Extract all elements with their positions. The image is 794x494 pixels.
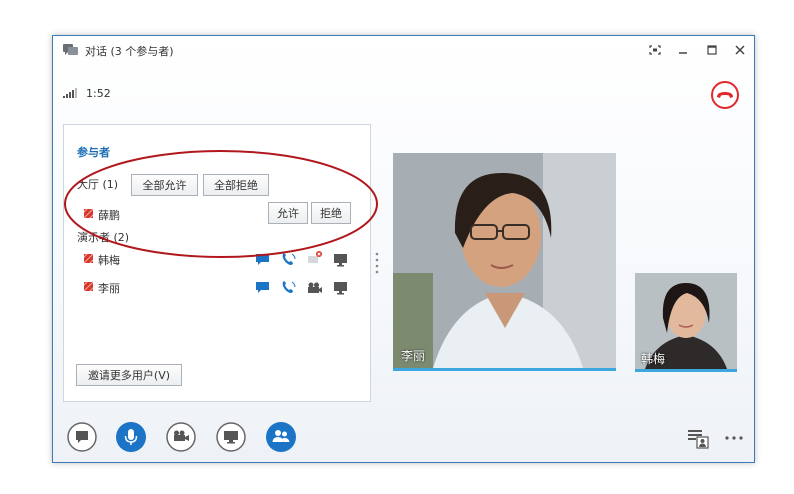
small-video-name: 韩梅 — [641, 352, 666, 366]
signal-icon — [63, 88, 77, 98]
title-bar: 对话 (3 个参与者) — [53, 36, 754, 66]
main-video-tile[interactable]: 李丽 — [393, 153, 616, 371]
deny-button[interactable]: 拒绝 — [311, 202, 351, 224]
presence-busy-icon — [84, 282, 93, 291]
lobby-group-label[interactable]: 大厅 (1) — [77, 176, 118, 192]
more-options-icon — [725, 436, 743, 440]
deny-all-button[interactable]: 全部拒绝 — [203, 174, 269, 196]
fullscreen-button[interactable] — [645, 41, 665, 59]
maximize-button[interactable] — [702, 41, 722, 59]
close-icon — [735, 45, 745, 55]
presenter-name[interactable]: 李丽 — [98, 280, 120, 296]
conversation-icon — [63, 44, 78, 55]
im-button[interactable] — [67, 422, 97, 452]
presence-busy-icon — [84, 209, 93, 218]
panel-splitter[interactable] — [375, 251, 379, 279]
video-icon[interactable] — [307, 281, 323, 295]
presenters-group-label[interactable]: 演示者 (2) — [77, 229, 129, 245]
video-off-icon — [308, 251, 322, 263]
im-icon[interactable] — [255, 281, 271, 295]
participants-title: 参与者 — [77, 146, 110, 159]
close-button[interactable] — [730, 41, 750, 59]
phone-icon[interactable] — [281, 252, 297, 266]
video-button[interactable] — [166, 422, 196, 452]
window-title: 对话 (3 个参与者) — [85, 45, 174, 58]
hangup-button[interactable] — [710, 80, 740, 110]
roster-view-button[interactable] — [687, 429, 709, 449]
conversation-window: 对话 (3 个参与者) 1:52 参与者 大厅 (1) 全部允许 全部拒绝 薛鹏… — [52, 35, 755, 463]
allow-button[interactable]: 允许 — [268, 202, 308, 224]
invite-more-button[interactable]: 邀请更多用户(V) — [76, 364, 182, 386]
maximize-icon — [707, 45, 717, 55]
minimize-icon — [679, 52, 687, 54]
participant-video — [393, 153, 616, 368]
presenter-name[interactable]: 韩梅 — [98, 252, 120, 268]
im-icon[interactable] — [255, 253, 271, 267]
phone-icon[interactable] — [281, 280, 297, 294]
mic-button[interactable] — [116, 422, 146, 452]
fullscreen-icon — [649, 45, 661, 55]
call-timer: 1:52 — [86, 87, 111, 100]
participants-button[interactable] — [266, 422, 296, 452]
main-video-name: 李丽 — [401, 349, 426, 363]
presence-busy-icon — [84, 254, 93, 263]
screen-share-icon[interactable] — [333, 253, 349, 267]
participants-panel: 参与者 大厅 (1) 全部允许 全部拒绝 薛鹏 允许 拒绝 演示者 (2) 韩梅 — [63, 124, 371, 402]
screen-share-button[interactable] — [216, 422, 246, 452]
more-options-button[interactable] — [723, 429, 745, 449]
self-video-tile[interactable]: 韩梅 — [635, 273, 737, 372]
screen-share-icon[interactable] — [333, 281, 349, 295]
allow-all-button[interactable]: 全部允许 — [131, 174, 198, 196]
roster-view-icon — [688, 430, 709, 449]
minimize-button[interactable] — [673, 41, 693, 59]
lobby-member-name[interactable]: 薛鹏 — [98, 207, 120, 223]
